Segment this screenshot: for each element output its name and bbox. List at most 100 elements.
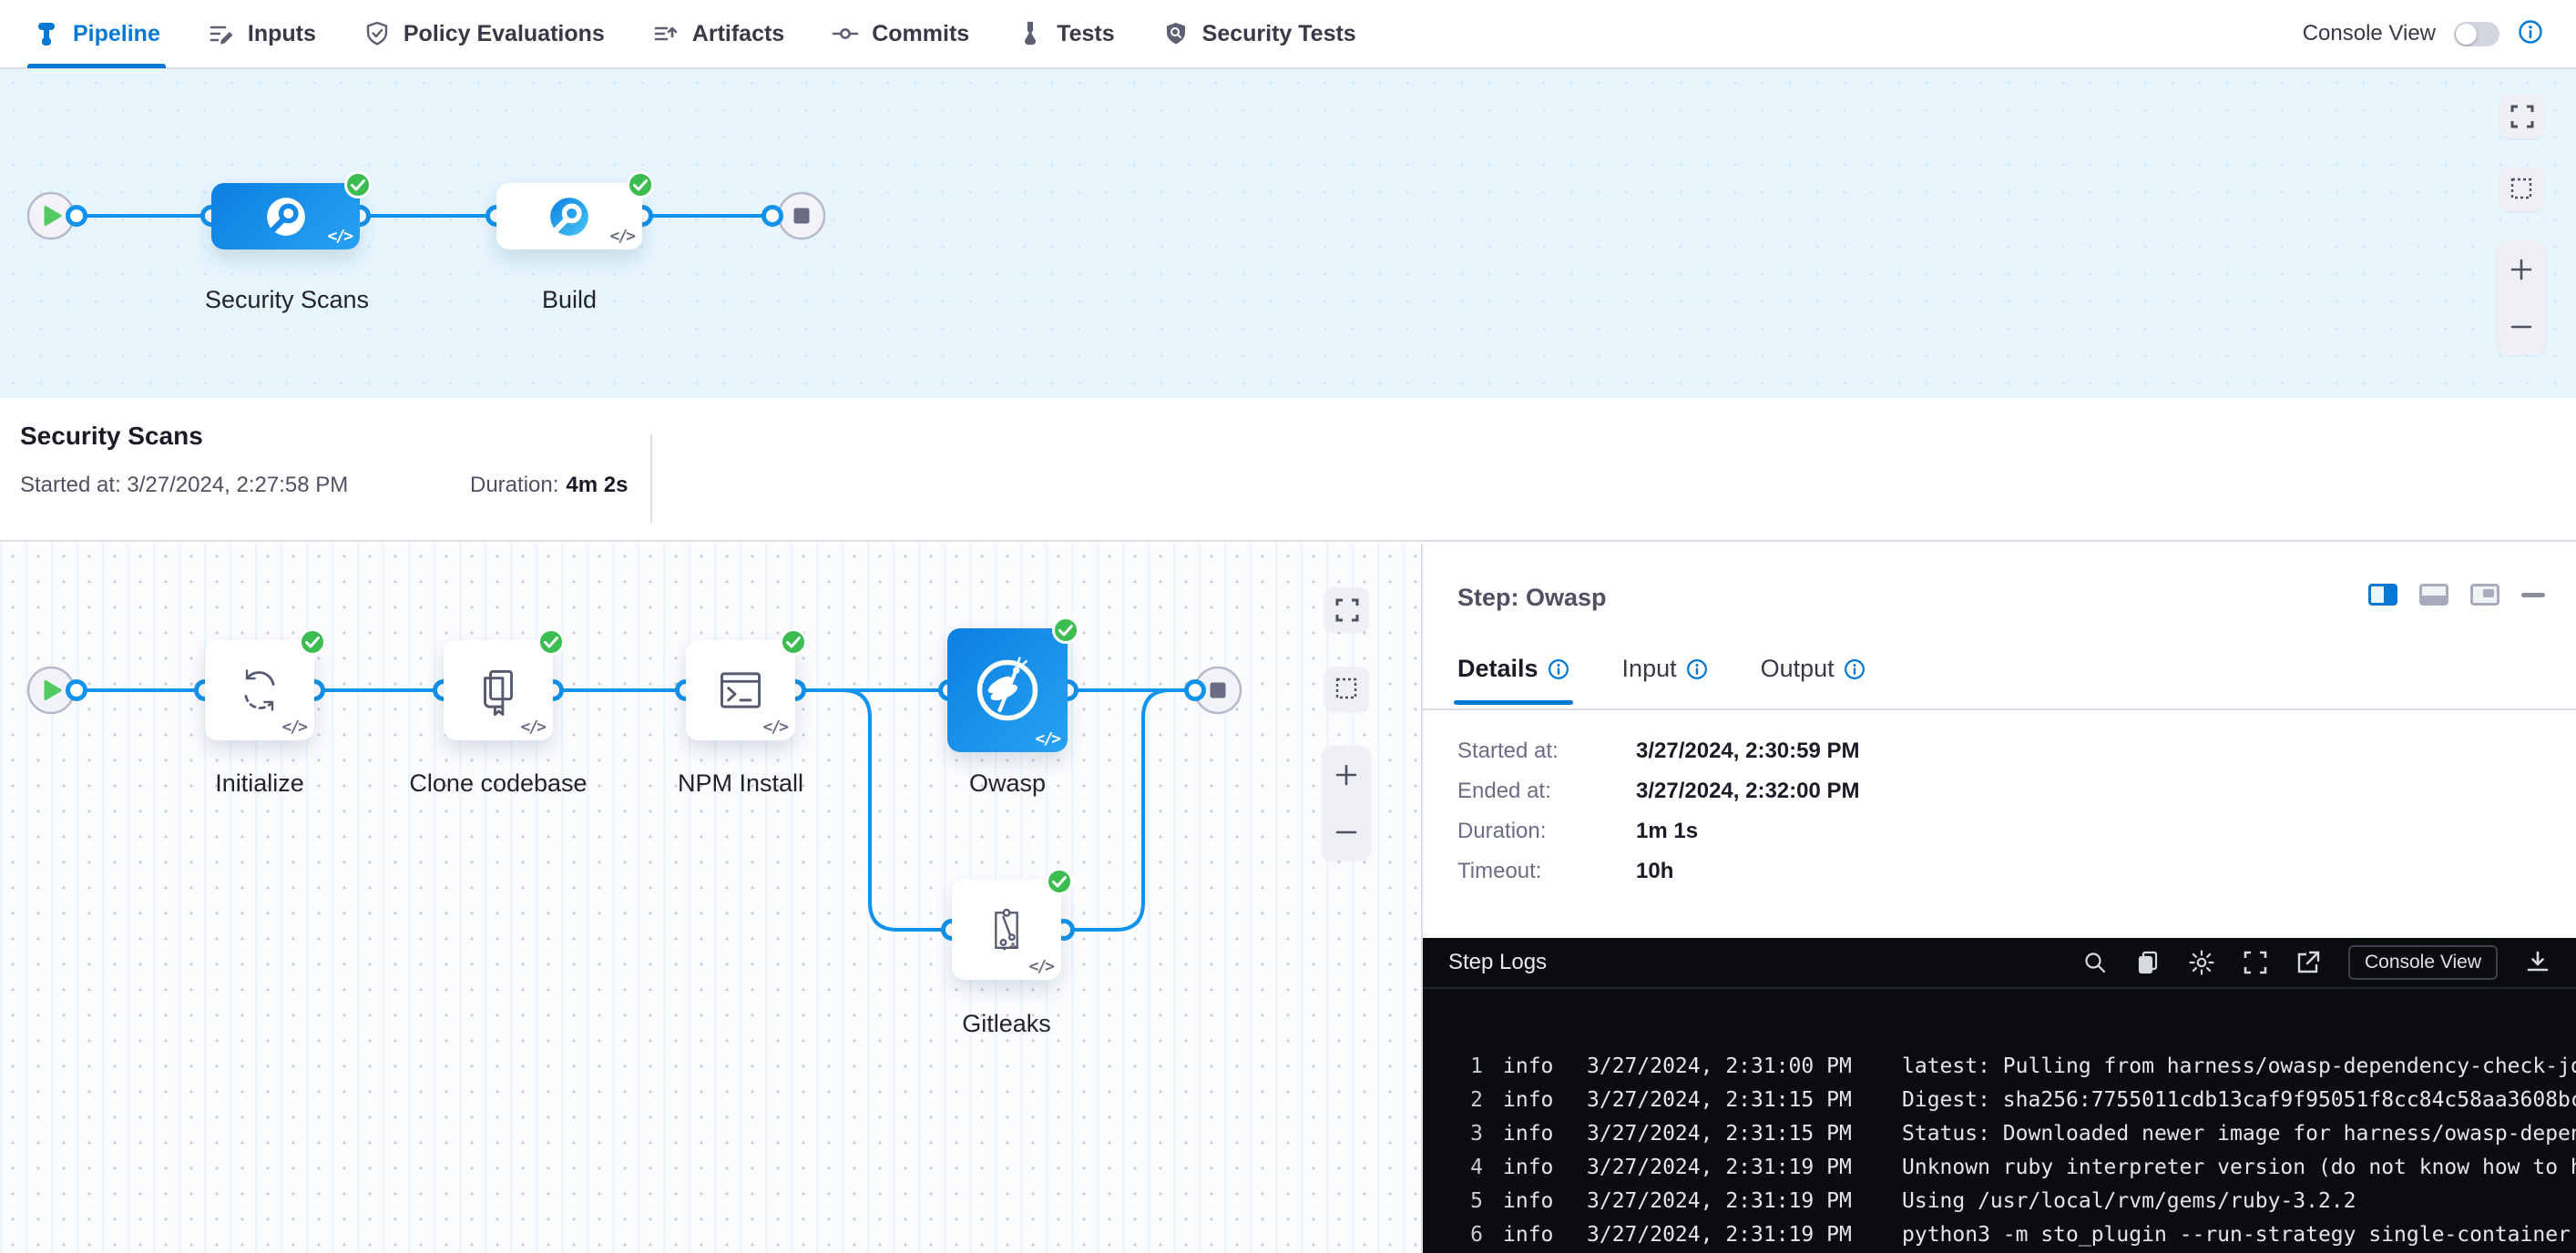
log-line-number: 4 — [1423, 1156, 1483, 1179]
layout-right-panel-icon[interactable] — [2368, 584, 2397, 606]
codebase-icon — [472, 664, 525, 717]
console-view-toggle[interactable] — [2454, 22, 2499, 46]
tab-policy-evaluations[interactable]: Policy Evaluations — [363, 0, 605, 68]
step-node-initialize[interactable]: </> — [205, 640, 314, 740]
log-row: 2 info 3/27/2024, 2:31:15 PM Digest: sha… — [1423, 1083, 2576, 1116]
log-row: 5 info 3/27/2024, 2:31:19 PM Using /usr/… — [1423, 1184, 2576, 1217]
toggle-knob — [2456, 24, 2477, 45]
detail-label: Ended at: — [1457, 779, 1636, 804]
minimize-panel-icon[interactable] — [2521, 593, 2545, 597]
tab-artifacts[interactable]: Artifacts — [652, 0, 784, 68]
step-node-gitleaks[interactable]: </> — [952, 880, 1061, 980]
sync-icon — [234, 665, 285, 716]
step-node-label[interactable]: NPM Install — [627, 769, 854, 798]
detail-value: 10h — [1636, 859, 1673, 883]
stage-node-label[interactable]: Security Scans — [182, 286, 392, 314]
step-logs-body[interactable]: 1 info 3/27/2024, 2:31:00 PM latest: Pul… — [1423, 989, 2576, 1253]
canvas-fullscreen-button[interactable] — [1324, 587, 1369, 632]
log-level: info — [1503, 1088, 1558, 1112]
shield-check-icon — [363, 20, 391, 47]
stage-node-build[interactable]: </> — [496, 183, 642, 250]
execution-tab-bar: Pipeline Inputs Policy Evaluations Artif… — [0, 0, 2576, 69]
step-logs-panel: Step Logs — [1423, 938, 2576, 1253]
success-check-icon — [344, 171, 372, 199]
fullscreen-icon[interactable] — [2243, 950, 2268, 975]
log-timestamp: 3/27/2024, 2:31:15 PM — [1587, 1088, 1866, 1112]
tab-details[interactable]: Details — [1457, 655, 1569, 705]
tab-label: Commits — [872, 21, 969, 47]
step-node-label[interactable]: Gitleaks — [893, 1010, 1120, 1038]
step-node-label[interactable]: Clone codebase — [371, 769, 626, 798]
copy-icon[interactable] — [2135, 950, 2161, 975]
layout-bottom-panel-icon[interactable] — [2419, 584, 2448, 606]
info-icon[interactable] — [1686, 658, 1708, 680]
step-logs-header: Step Logs — [1423, 938, 2576, 989]
step-node-label[interactable]: Initialize — [146, 769, 373, 798]
step-node-label[interactable]: Owasp — [894, 769, 1121, 798]
step-node-clone-codebase[interactable]: </> — [444, 640, 553, 740]
security-shield-icon — [1162, 20, 1190, 47]
log-timestamp: 3/27/2024, 2:31:19 PM — [1587, 1189, 1866, 1213]
panel-layout-controls — [2368, 584, 2545, 606]
log-message: python3 -m sto_plugin --run-strategy sin… — [1902, 1223, 2571, 1247]
stage-duration: Duration:4m 2s — [470, 473, 628, 498]
search-icon[interactable] — [2082, 950, 2108, 975]
download-icon[interactable] — [2525, 950, 2550, 975]
canvas-select-button[interactable] — [2499, 167, 2544, 211]
log-timestamp: 3/27/2024, 2:31:19 PM — [1587, 1223, 1866, 1247]
tab-pipeline[interactable]: Pipeline — [33, 0, 160, 68]
divider — [1423, 708, 2576, 710]
step-node-npm-install[interactable]: </> — [686, 640, 795, 740]
log-timestamp: 3/27/2024, 2:31:15 PM — [1587, 1122, 1866, 1146]
tab-label: Input — [1622, 655, 1677, 683]
step-graph-canvas[interactable]: </> Initialize </> Clone codebase — [0, 544, 1423, 1253]
log-message: Status: Downloaded newer image for harne… — [1902, 1122, 2576, 1146]
tab-input[interactable]: Input — [1622, 655, 1708, 705]
step-details-panel: Step: Owasp Details Input Output — [1423, 544, 2576, 1253]
tab-label: Output — [1761, 655, 1835, 683]
code-glyph: </> — [281, 718, 306, 737]
lower-split: </> Initialize </> Clone codebase — [0, 544, 2576, 1253]
sto-scan-icon — [260, 190, 312, 243]
log-level: info — [1503, 1189, 1558, 1213]
log-level: info — [1503, 1156, 1558, 1179]
tab-tests[interactable]: Tests — [1017, 0, 1114, 68]
log-level: info — [1503, 1054, 1558, 1078]
external-link-icon[interactable] — [2295, 950, 2321, 975]
canvas-select-button[interactable] — [1324, 667, 1369, 711]
zoom-out-button[interactable] — [2497, 298, 2546, 355]
pipeline-icon — [33, 20, 60, 47]
log-row: 6 info 3/27/2024, 2:31:19 PM python3 -m … — [1423, 1217, 2576, 1251]
tab-commits[interactable]: Commits — [832, 0, 969, 68]
log-timestamp: 3/27/2024, 2:31:19 PM — [1587, 1156, 1866, 1179]
tab-label: Tests — [1057, 21, 1114, 47]
stage-started-at: Started at: 3/27/2024, 2:27:58 PM — [20, 473, 348, 498]
zoom-in-button[interactable] — [2497, 240, 2546, 298]
settings-gear-icon[interactable] — [2188, 949, 2215, 976]
log-row: 4 info 3/27/2024, 2:31:19 PM Unknown rub… — [1423, 1150, 2576, 1184]
console-view-button[interactable]: Console View — [2348, 945, 2498, 980]
log-level: info — [1503, 1122, 1558, 1146]
info-icon[interactable] — [2518, 19, 2543, 49]
zoom-in-button[interactable] — [1322, 746, 1371, 803]
tab-security-tests[interactable]: Security Tests — [1162, 0, 1356, 68]
zoom-out-button[interactable] — [1322, 803, 1371, 861]
success-check-icon — [1052, 616, 1079, 644]
log-line-number: 2 — [1423, 1088, 1483, 1112]
canvas-fullscreen-button[interactable] — [2499, 94, 2544, 138]
info-icon[interactable] — [1844, 658, 1866, 680]
sto-scan-icon — [543, 190, 596, 243]
tab-output[interactable]: Output — [1761, 655, 1866, 705]
detail-row-ended: Ended at:3/27/2024, 2:32:00 PM — [1457, 779, 1860, 804]
stage-node-label[interactable]: Build — [496, 286, 642, 314]
layout-floating-panel-icon[interactable] — [2470, 584, 2499, 606]
step-node-owasp[interactable]: </> — [947, 628, 1068, 752]
log-level: info — [1503, 1223, 1558, 1247]
stage-graph-canvas[interactable]: </> Security Scans </> Build — [0, 69, 2576, 398]
code-glyph: </> — [1035, 729, 1059, 749]
info-icon[interactable] — [1548, 658, 1569, 680]
tab-inputs[interactable]: Inputs — [208, 0, 316, 68]
gitleaks-icon — [981, 904, 1032, 955]
stage-node-security-scans[interactable]: </> — [211, 183, 360, 250]
code-glyph: </> — [609, 227, 634, 246]
